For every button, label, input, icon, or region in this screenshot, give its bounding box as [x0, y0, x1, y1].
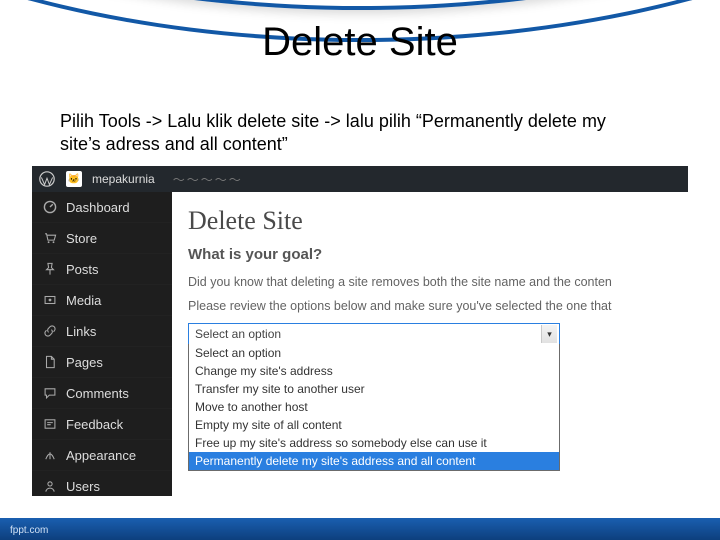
footer-credit: fppt.com: [10, 525, 48, 536]
sidebar-item-media[interactable]: Media: [32, 285, 172, 316]
select-current-value: Select an option: [195, 327, 281, 341]
feedback-icon: [42, 416, 58, 432]
sidebar-item-label: Pages: [66, 355, 103, 370]
chevron-down-icon[interactable]: ▾: [541, 325, 557, 343]
slide-footer-bar: fppt.com: [0, 518, 720, 540]
sidebar-item-store[interactable]: Store: [32, 223, 172, 254]
screenshot: 🐱 mepakurnia ～～～～～ Dashboard Store Posts Me…: [32, 166, 688, 496]
dashboard-icon: [42, 199, 58, 215]
sidebar-item-posts[interactable]: Posts: [32, 254, 172, 285]
select-option[interactable]: Change my site's address: [189, 362, 559, 380]
sidebar-item-label: Media: [66, 293, 101, 308]
info-paragraph-1: Did you know that deleting a site remove…: [188, 275, 672, 289]
sidebar-item-pages[interactable]: Pages: [32, 347, 172, 378]
site-avatar-icon[interactable]: 🐱: [66, 171, 82, 187]
select-option[interactable]: Empty my site of all content: [189, 416, 559, 434]
select-option[interactable]: Select an option: [189, 344, 559, 362]
sidebar-item-label: Users: [66, 479, 100, 494]
sidebar-item-label: Store: [66, 231, 97, 246]
sidebar-item-appearance[interactable]: Appearance: [32, 440, 172, 471]
comment-icon: [42, 385, 58, 401]
sidebar-item-comments[interactable]: Comments: [32, 378, 172, 409]
decorative-squiggle: ～～～～～: [173, 171, 243, 188]
goal-select-dropdown: Select an optionChange my site's address…: [188, 344, 560, 471]
content-area: Delete Site What is your goal? Did you k…: [172, 192, 688, 496]
sidebar-item-label: Appearance: [66, 448, 136, 463]
page-icon: [42, 354, 58, 370]
goal-question: What is your goal?: [188, 246, 672, 263]
wp-admin-bar[interactable]: 🐱 mepakurnia ～～～～～: [32, 166, 688, 192]
select-option[interactable]: Free up my site's address so somebody el…: [189, 434, 559, 452]
sidebar-item-label: Links: [66, 324, 96, 339]
goal-select[interactable]: Select an option ▾ Select an optionChang…: [188, 323, 560, 345]
select-option[interactable]: Transfer my site to another user: [189, 380, 559, 398]
sidebar-item-users[interactable]: Users: [32, 471, 172, 496]
page-title: Delete Site: [188, 206, 672, 236]
wordpress-logo-icon[interactable]: [38, 170, 56, 188]
select-option[interactable]: Permanently delete my site's address and…: [189, 452, 559, 470]
info-paragraph-2: Please review the options below and make…: [188, 299, 672, 313]
slide: Delete Site Pilih Tools -> Lalu klik del…: [0, 0, 720, 540]
admin-bar-site-name[interactable]: mepakurnia: [92, 172, 155, 186]
pin-icon: [42, 261, 58, 277]
sidebar-item-feedback[interactable]: Feedback: [32, 409, 172, 440]
sidebar-item-label: Posts: [66, 262, 99, 277]
sidebar-item-label: Feedback: [66, 417, 123, 432]
sidebar-item-label: Dashboard: [66, 200, 130, 215]
slide-subtitle: Pilih Tools -> Lalu klik delete site -> …: [60, 110, 650, 157]
user-icon: [42, 478, 58, 494]
cart-icon: [42, 230, 58, 246]
slide-title: Delete Site: [0, 20, 720, 65]
sidebar-item-dashboard[interactable]: Dashboard: [32, 192, 172, 223]
sidebar-item-label: Comments: [66, 386, 129, 401]
sidebar-item-links[interactable]: Links: [32, 316, 172, 347]
select-option[interactable]: Move to another host: [189, 398, 559, 416]
admin-sidebar: Dashboard Store Posts Media Links Pages Commen…: [32, 192, 172, 496]
appearance-icon: [42, 447, 58, 463]
link-icon: [42, 323, 58, 339]
media-icon: [42, 292, 58, 308]
